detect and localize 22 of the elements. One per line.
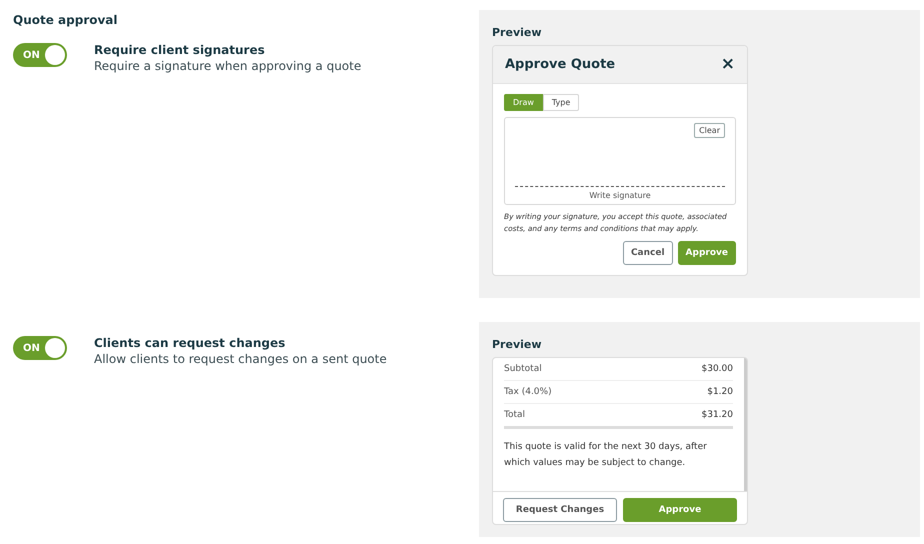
summary-label: Total [504,410,526,420]
summary-value: $30.00 [702,364,733,374]
setting-description: Allow clients to request changes on a sent quote [94,352,387,366]
summary-label: Subtotal [504,364,542,374]
setting-description: Require a signature when approving a quote [94,59,362,73]
setting-title: Clients can request changes [94,336,286,350]
validity-note: This quote is valid for the next 30 days, after which values may be subject to change. [504,441,708,470]
section-heading: Quote approval [13,13,119,27]
setting-title: Require client signatures [94,43,266,57]
cancel-button[interactable]: Cancel [622,240,673,265]
signature-line-label: Write signature [515,186,725,200]
request-changes-button[interactable]: Request Changes [503,498,617,522]
summary-value: $1.20 [707,387,733,397]
preview-title: Preview [492,338,543,351]
clear-button[interactable]: Clear [694,123,725,138]
close-button[interactable]: × [720,56,735,73]
dialog-title: Approve Quote [505,57,616,72]
mode-tab[interactable]: Type [542,94,580,111]
signature-pad[interactable]: Clear Write signature [504,117,736,205]
summary-label: Tax (4.0%) [504,387,552,397]
preview-title: Preview [492,26,543,39]
summary-value: $31.20 [702,410,733,420]
